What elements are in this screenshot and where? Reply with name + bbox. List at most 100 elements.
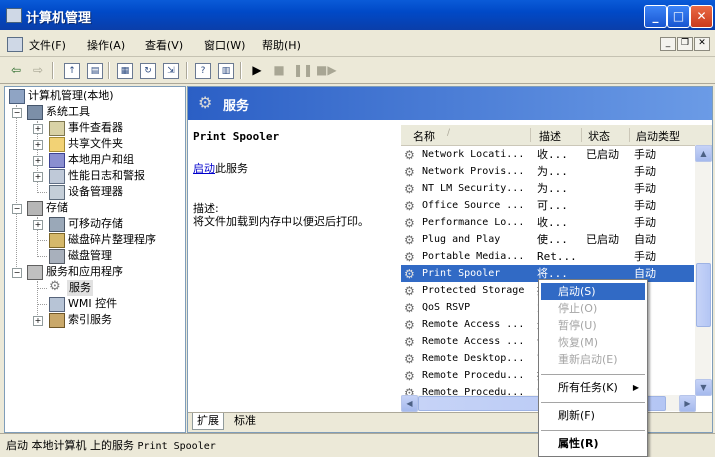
removable-storage-icon [49, 217, 65, 232]
menu-item-refresh[interactable]: 刷新(F) [541, 407, 645, 424]
menu-item-start[interactable]: 启动(S) [541, 283, 645, 300]
menu-item-resume[interactable]: 恢复(M) [541, 334, 645, 351]
service-name-cell: NT LM Security... [422, 183, 525, 194]
scroll-down-icon[interactable]: ▼ [695, 379, 712, 396]
up-one-level-icon[interactable]: ↑ [64, 63, 80, 79]
column-divider[interactable] [581, 128, 582, 142]
service-name-cell: Performance Lo... [422, 217, 525, 228]
menu-item-properties[interactable]: 属性(R) [541, 435, 645, 452]
service-desc-cell: 收... [537, 148, 568, 161]
menu-item-pause[interactable]: 暂停(U) [541, 317, 645, 334]
collapse-icon[interactable]: − [12, 268, 22, 278]
menu-action[interactable]: 操作(A) [87, 37, 125, 53]
scroll-up-icon[interactable]: ▲ [695, 145, 712, 162]
forward-icon[interactable]: ⇨ [29, 61, 47, 79]
services-header-title: 服务 [223, 99, 250, 114]
shared-folder-icon [49, 137, 65, 152]
start-service-link[interactable]: 启动 [193, 162, 215, 175]
action-pane-icon[interactable]: ▥ [218, 63, 234, 79]
expand-icon[interactable]: + [33, 316, 43, 326]
tab-extended[interactable]: 扩展 [192, 413, 224, 430]
column-startup-type[interactable]: 启动类型 [636, 128, 680, 144]
expand-icon[interactable]: + [33, 140, 43, 150]
table-row[interactable]: ⚙ Performance Lo... 收... 手动 [401, 214, 694, 231]
service-startup-cell: 手动 [634, 165, 656, 178]
gear-icon: ⚙ [404, 267, 415, 281]
service-desc-cell: Ret... [537, 250, 577, 263]
table-row[interactable]: ⚙ Office Source ... 可... 手动 [401, 197, 694, 214]
start-service-icon[interactable]: ▶ [248, 61, 266, 79]
expand-icon[interactable]: + [33, 172, 43, 182]
menu-item-stop[interactable]: 停止(O) [541, 300, 645, 317]
service-name-cell: Plug and Play [422, 234, 501, 245]
minimize-button[interactable]: _ [644, 5, 667, 28]
table-row[interactable]: ⚙ Plug and Play 使... 已启动 自动 [401, 231, 694, 248]
export-list-icon[interactable]: ⇲ [163, 63, 179, 79]
back-icon[interactable]: ⇦ [7, 61, 25, 79]
mdi-window-icon[interactable] [7, 37, 23, 52]
menu-window[interactable]: 窗口(W) [204, 37, 245, 53]
table-row[interactable]: ⚙ NT LM Security... 为... 手动 [401, 180, 694, 197]
column-divider[interactable] [629, 128, 630, 142]
tree-line [37, 304, 47, 305]
restart-service-icon[interactable]: ■▶ [316, 61, 337, 79]
mdi-minimize-button[interactable]: _ [660, 37, 676, 51]
close-button[interactable]: ✕ [690, 5, 713, 28]
collapse-icon[interactable]: − [12, 204, 22, 214]
menu-view[interactable]: 查看(V) [145, 37, 183, 53]
table-row[interactable]: ⚙ Network Locati... 收... 已启动 手动 [401, 146, 694, 163]
gear-icon: ⚙ [404, 233, 415, 247]
menu-file[interactable]: 文件(F) [29, 37, 66, 53]
tab-standard[interactable]: 标准 [230, 413, 260, 429]
service-name-cell: Remote Desktop... [422, 353, 525, 364]
expand-icon[interactable]: + [33, 220, 43, 230]
expand-icon[interactable]: + [33, 124, 43, 134]
mdi-restore-button[interactable]: ❐ [677, 37, 693, 51]
title-bar[interactable]: 计算机管理 _ □ ✕ [0, 0, 715, 30]
table-row[interactable]: ⚙ Portable Media... Ret... 手动 [401, 248, 694, 265]
expand-icon[interactable]: + [33, 156, 43, 166]
stop-service-icon[interactable]: ■ [270, 61, 288, 79]
menu-help[interactable]: 帮助(H) [262, 37, 301, 53]
service-name-cell: Protected Storage [422, 285, 525, 296]
service-status-cell: 已启动 [586, 233, 619, 246]
menu-item-all-tasks[interactable]: 所有任务(K) ▶ [541, 379, 645, 396]
service-desc-cell: 为... [537, 182, 568, 195]
status-text: 启动 本地计算机 上的服务 Print Spooler [6, 437, 216, 453]
column-status[interactable]: 状态 [588, 128, 610, 144]
scroll-left-icon[interactable]: ◀ [401, 395, 418, 412]
service-name-cell: Network Locati... [422, 149, 525, 160]
menu-separator [541, 374, 645, 375]
description-label: 描述: [193, 202, 219, 215]
help-icon[interactable]: ? [195, 63, 211, 79]
column-name[interactable]: 名称 [413, 128, 435, 144]
refresh-icon[interactable]: ↻ [140, 63, 156, 79]
service-name-cell: Print Spooler [422, 268, 501, 279]
collapse-icon[interactable]: − [12, 108, 22, 118]
users-icon [49, 153, 65, 168]
show-hide-tree-icon[interactable]: ▤ [87, 63, 103, 79]
tree-line [37, 256, 47, 257]
wmi-icon [49, 297, 65, 312]
scroll-right-icon[interactable]: ▶ [679, 395, 696, 412]
computer-management-icon [6, 8, 22, 23]
console-tree: 计算机管理(本地) − 系统工具 + 事件查看器 + 共享文件夹 + 本地用户和… [4, 86, 186, 433]
service-name-cell: Network Provis... [422, 166, 525, 177]
column-divider[interactable] [530, 128, 531, 142]
properties-icon[interactable]: ▦ [117, 63, 133, 79]
table-row[interactable]: ⚙ Network Provis... 为... 手动 [401, 163, 694, 180]
column-description[interactable]: 描述 [539, 128, 561, 144]
gear-icon: ⚙ [404, 301, 415, 315]
vertical-scroll-thumb[interactable] [696, 263, 711, 327]
menu-item-restart[interactable]: 重新启动(E) [541, 351, 645, 368]
computer-icon [9, 89, 25, 104]
maximize-button[interactable]: □ [667, 5, 690, 28]
service-startup-cell: 手动 [634, 199, 656, 212]
mdi-close-button[interactable]: ✕ [694, 37, 710, 51]
pause-service-icon[interactable]: ❚❚ [293, 61, 313, 79]
vertical-scrollbar[interactable]: ▲ ▼ [695, 145, 712, 396]
toolbar-separator [186, 62, 188, 79]
toolbar-separator [108, 62, 110, 79]
service-name-cell: QoS RSVP [422, 302, 471, 313]
service-startup-cell: 手动 [634, 216, 656, 229]
